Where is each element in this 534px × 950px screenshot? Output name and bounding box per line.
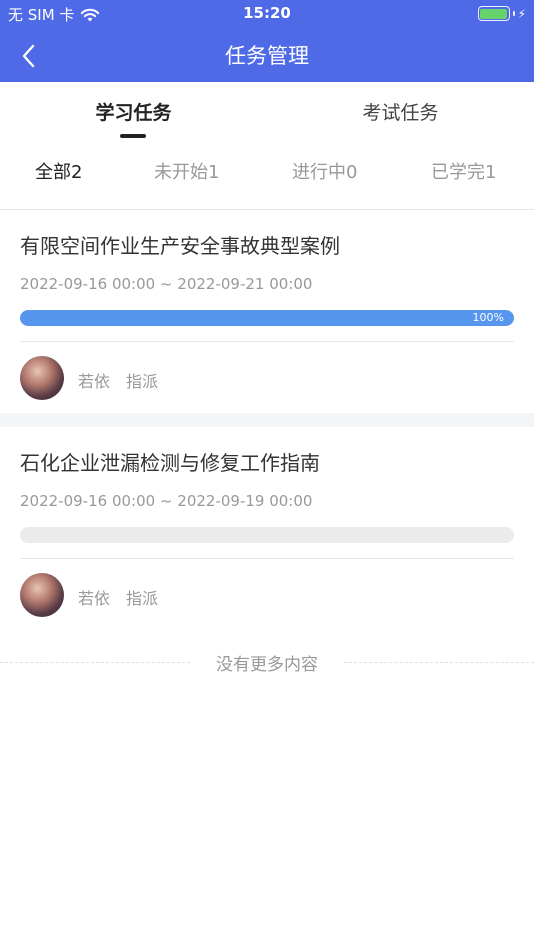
battery-body [477, 6, 510, 21]
battery-cap [512, 11, 515, 16]
progress-label: 100% [472, 311, 504, 324]
card-divider [20, 558, 514, 559]
bolt-icon: ⚡ [517, 6, 526, 21]
task-type: 指派 [126, 372, 159, 391]
progress-fill: 100% [20, 310, 514, 326]
clock: 15:20 [243, 4, 291, 22]
task-date-range: 2022-09-16 00:00 ~ 2022-09-19 00:00 [20, 492, 313, 510]
app-header: 无 SIM 卡 15:20 ⚡ 任务管理 [0, 0, 534, 82]
nav-bar: 任务管理 [0, 28, 534, 82]
progress-bar: 100% [20, 310, 514, 326]
tab-exam-tasks[interactable]: 考试任务 [267, 98, 534, 125]
filter-not-started[interactable]: 未开始1 [154, 158, 219, 184]
end-of-list-text: 没有更多内容 [216, 655, 318, 675]
end-of-list-notice: 没有更多内容 [0, 650, 534, 675]
filter-tabs: 全部2 未开始1 进行中0 已学完1 [0, 150, 534, 194]
tab-study-tasks[interactable]: 学习任务 [0, 98, 267, 125]
battery-icon: ⚡ [477, 6, 526, 21]
task-card[interactable]: 石化企业泄漏检测与修复工作指南 2022-09-16 00:00 ~ 2022-… [0, 427, 534, 637]
card-divider [20, 341, 514, 342]
task-title: 有限空间作业生产安全事故典型案例 [20, 234, 340, 258]
filter-in-progress[interactable]: 进行中0 [292, 158, 357, 184]
card-separator [0, 413, 534, 427]
main-tabs: 学习任务 考试任务 [0, 82, 534, 142]
avatar [20, 356, 64, 400]
active-tab-indicator [120, 134, 146, 138]
task-card[interactable]: 有限空间作业生产安全事故典型案例 2022-09-16 00:00 ~ 2022… [0, 210, 534, 413]
progress-bar [20, 527, 514, 543]
task-author: 若依 [78, 372, 111, 391]
avatar [20, 573, 64, 617]
page-title: 任务管理 [225, 44, 309, 68]
task-title: 石化企业泄漏检测与修复工作指南 [20, 451, 320, 475]
filter-all[interactable]: 全部2 [35, 158, 82, 184]
task-date-range: 2022-09-16 00:00 ~ 2022-09-21 00:00 [20, 275, 313, 293]
task-author: 若依 [78, 589, 111, 608]
filter-completed[interactable]: 已学完1 [431, 158, 496, 184]
task-type: 指派 [126, 589, 159, 608]
battery-level [480, 8, 508, 19]
status-bar: 无 SIM 卡 15:20 ⚡ [0, 0, 534, 28]
